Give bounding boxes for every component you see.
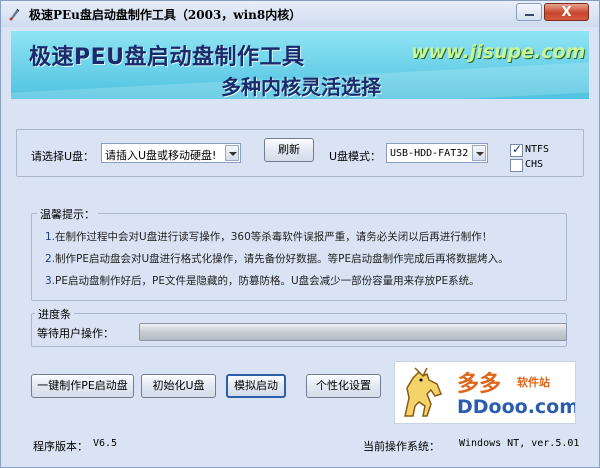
logo-domain: DDooo.com <box>457 396 576 418</box>
close-button[interactable]: X <box>544 3 589 21</box>
usb-drive-value: 请插入U盘或移动硬盘! <box>105 149 217 162</box>
chs-label: CHS <box>525 159 544 170</box>
simulate-boot-button[interactable]: 模拟启动 <box>226 374 286 398</box>
banner-subtitle: 多种内核灵活选择 <box>221 75 381 99</box>
chs-checkbox[interactable] <box>510 159 523 172</box>
tip-item: 1.在制作过程中会对U盘进行读写操作，360等杀毒软件误报严重，请务必关闭以后再… <box>45 231 493 243</box>
logo-chinese-name: 多多 <box>457 372 502 397</box>
chevron-down-icon[interactable] <box>472 145 486 161</box>
refresh-button[interactable]: 刷新 <box>264 138 314 162</box>
usb-mode-select[interactable]: USB-HDD-FAT32 <box>386 143 488 163</box>
custom-settings-button[interactable]: 个性化设置 <box>306 374 381 398</box>
window-title: 极速PEu盘启动盘制作工具（2003，win8内核） <box>29 8 302 22</box>
usb-select-label: 请选择U盘： <box>31 150 95 163</box>
title-bar[interactable]: 极速PEu盘启动盘制作工具（2003，win8内核） X <box>1 1 599 27</box>
ntfs-label: NTFS <box>525 144 550 155</box>
tip-item: 2.制作PE启动盘会对U盘进行格式化操作，请先备份好数据。等PE启动盘制作完成后… <box>45 253 509 265</box>
banner-title: 极速PEU盘启动盘制作工具 <box>29 45 305 70</box>
progress-bar <box>139 323 567 341</box>
usb-mode-label: U盘模式： <box>329 150 382 163</box>
logo-tagline: 软件站 <box>517 376 550 389</box>
tip-item: 3.PE启动盘制作好后，PE文件是隐藏的，防篡防格。U盘会减少一部份容量用来存放… <box>45 275 480 287</box>
chevron-down-icon[interactable] <box>225 145 239 161</box>
close-icon: X <box>561 5 572 20</box>
os-label: 当前操作系统： <box>363 440 440 453</box>
ddooo-logo: 多多 软件站 DDooo.com <box>394 361 576 424</box>
progress-status-label: 等待用户操作： <box>37 327 114 340</box>
tips-title: 温馨提示： <box>37 206 98 222</box>
banner-website: www.jisupe.com <box>411 41 586 63</box>
os-value: Windows NT, ver.5.01 <box>459 438 580 449</box>
progress-title: 进度条 <box>35 306 74 322</box>
app-window: 极速PEu盘启动盘制作工具（2003，win8内核） X 极速PEU盘启动盘制作… <box>0 0 600 468</box>
version-value: V6.5 <box>93 438 118 449</box>
version-label: 程序版本： <box>33 440 88 453</box>
make-boot-disk-button[interactable]: 一键制作PE启动盘 <box>31 374 134 398</box>
horse-icon <box>404 367 442 417</box>
app-icon <box>9 8 20 21</box>
ntfs-checkbox[interactable] <box>510 142 523 157</box>
init-usb-button[interactable]: 初始化U盘 <box>141 374 216 398</box>
minimize-button[interactable] <box>516 3 542 21</box>
usb-mode-value: USB-HDD-FAT32 <box>390 148 469 159</box>
banner: 极速PEU盘启动盘制作工具 www.jisupe.com 多种内核灵活选择 <box>11 31 589 99</box>
usb-drive-select[interactable]: 请插入U盘或移动硬盘! <box>101 143 241 163</box>
